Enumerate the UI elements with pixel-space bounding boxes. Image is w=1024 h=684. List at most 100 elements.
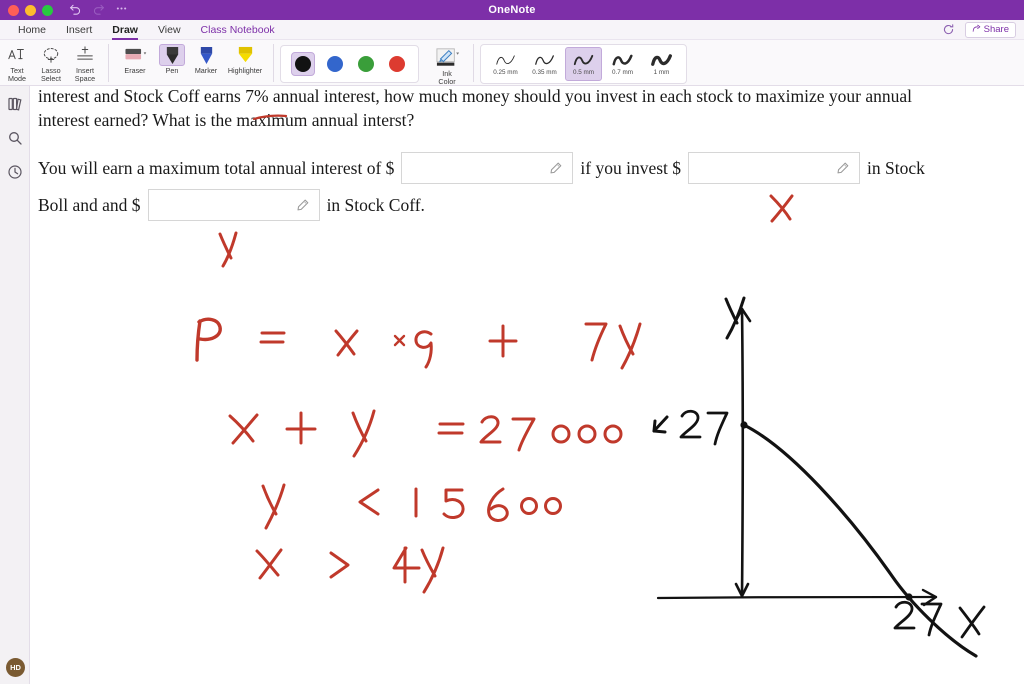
search-icon[interactable]: [7, 130, 23, 146]
pen-thickness-group: 0.25 mm 0.35 mm 0.5 mm 0.7 mm 1 mm: [480, 44, 687, 84]
fill-row-1-prefix: You will earn a maximum total annual int…: [38, 157, 395, 178]
handdrawn-graph: [656, 307, 978, 658]
equation-x1-b: [336, 329, 359, 357]
lasso-select-button[interactable]: Lasso Select: [34, 42, 68, 83]
graph-y-label-a: [724, 297, 739, 325]
ribbon-group-tools: Text Mode Lasso Select Insert Space: [0, 42, 102, 86]
marker-button[interactable]: Marker: [189, 42, 223, 75]
pen-button[interactable]: Pen: [155, 42, 189, 75]
notebooks-icon[interactable]: [7, 96, 23, 112]
pen-icon: [159, 44, 185, 66]
highlighter-label: Highlighter: [227, 66, 263, 75]
eq4-y-a: [420, 548, 437, 578]
ribbon-divider-1: [108, 44, 109, 82]
paragraph-line-2: interest earned? What is the maximum ann…: [38, 110, 415, 130]
equation-y-a: [618, 324, 635, 356]
avatar[interactable]: HD: [6, 658, 25, 677]
thickness-025-label: 0.25 mm: [493, 68, 518, 76]
eq2-digit-0-a: [551, 424, 571, 444]
equation-seven: [584, 322, 608, 362]
marker-icon: [198, 44, 215, 66]
sync-icon[interactable]: [942, 23, 955, 36]
graph-x-intercept-dot: [905, 593, 913, 601]
eq2-x-b: [231, 413, 259, 445]
graph-y-label-b: [725, 296, 746, 340]
pencil-icon: [836, 161, 850, 175]
graph-x-label-b: [960, 605, 986, 639]
thickness-025[interactable]: 0.25 mm: [487, 47, 524, 81]
pencil-icon: [549, 161, 563, 175]
clock-icon[interactable]: [7, 164, 23, 180]
eq2-plus: [285, 411, 317, 445]
ink-color-label-bottom: Color: [438, 77, 456, 87]
text-mode-button[interactable]: Text Mode: [0, 42, 34, 83]
tab-insert[interactable]: Insert: [56, 22, 102, 38]
insert-space-button[interactable]: Insert Space: [68, 42, 102, 83]
fill-row-1-middle: if you invest $: [580, 157, 682, 178]
tab-draw[interactable]: Draw: [102, 22, 148, 40]
equation-x1-a: [334, 329, 356, 356]
graph-x-intercept-27-two: [893, 600, 916, 630]
ribbon-divider-3: [473, 44, 474, 82]
lasso-select-icon: [41, 44, 61, 66]
handwritten-x-stroke-1: [769, 194, 792, 221]
tab-home[interactable]: Home: [8, 22, 56, 38]
lasso-select-label-bottom: Select: [41, 74, 61, 84]
fill-row-1-suffix: in Stock: [867, 157, 925, 178]
thickness-05[interactable]: 0.5 mm: [565, 47, 602, 81]
eq2-digit-2: [479, 415, 502, 444]
paragraph-line-1: interest and Stock Coff earns 7% annual …: [38, 86, 912, 106]
ribbon-group-pens: Eraser Pen Marker Highlighter: [115, 42, 267, 86]
handwritten-x-stroke-2: [770, 194, 794, 223]
ink-color-icon: [434, 47, 460, 69]
eraser-label: Eraser: [124, 66, 146, 75]
graph-x-intercept-27-seven: [920, 602, 943, 637]
pen-label: Pen: [165, 66, 179, 75]
color-swatch-green[interactable]: [355, 53, 377, 75]
thickness-07[interactable]: 0.7 mm: [604, 47, 641, 81]
equation-P-stem: [195, 319, 202, 362]
graph-x-label-a: [958, 606, 981, 636]
equation-plus: [488, 324, 518, 358]
ink-color-button[interactable]: Ink Color: [427, 45, 467, 86]
answer-input-invest-stock-coff[interactable]: [147, 189, 320, 221]
graph-y-intercept-dot: [740, 421, 748, 429]
eq2-digit-0-c: [603, 424, 623, 444]
answer-input-invest-stock-boll[interactable]: [688, 152, 861, 184]
tab-class-notebook[interactable]: Class Notebook: [191, 22, 285, 38]
share-icon: [972, 24, 981, 36]
color-swatch-red[interactable]: [386, 53, 408, 75]
tab-view[interactable]: View: [148, 22, 191, 38]
share-label: Share: [983, 24, 1009, 35]
equation-P-bowl: [197, 317, 222, 342]
thickness-035[interactable]: 0.35 mm: [526, 47, 563, 81]
eq2-y-a: [351, 411, 368, 443]
eraser-button[interactable]: Eraser: [115, 42, 155, 75]
eq3-digit-5: [442, 488, 465, 519]
eq3-less-than: [358, 488, 380, 516]
eq3-digit-0-a: [520, 497, 538, 515]
highlighter-button[interactable]: Highlighter: [223, 42, 267, 75]
eq3-digit-0-b: [544, 497, 562, 515]
color-swatch-blue[interactable]: [324, 53, 346, 75]
window-title: OneNote: [488, 4, 536, 16]
eq4-x-b: [258, 548, 283, 580]
note-canvas[interactable]: interest and Stock Coff earns 7% annual …: [30, 86, 1024, 684]
titlebar: OneNote: [0, 0, 1024, 20]
answer-input-total-interest[interactable]: [401, 152, 574, 184]
fill-in-row-2: Boll and and $ in Stock Coff.: [38, 189, 425, 221]
share-button[interactable]: Share: [964, 21, 1016, 38]
black-arrow-pointer: [652, 415, 669, 434]
eq3-digit-6: [487, 487, 509, 522]
graph-y-intercept-27-seven: [706, 411, 729, 446]
fill-row-2-suffix: in Stock Coff.: [326, 194, 425, 215]
color-swatch-black[interactable]: [291, 52, 315, 76]
eq3-y-a: [261, 484, 278, 516]
text-mode-icon: [7, 44, 27, 66]
thickness-1[interactable]: 1 mm: [643, 47, 680, 81]
eq4-greater-than: [329, 551, 350, 579]
graph-y-intercept-27-two: [679, 409, 702, 439]
graph-y-bottom-arrowhead: [734, 582, 750, 598]
left-sidebar: HD: [0, 86, 30, 684]
graph-y-axis: [740, 307, 745, 598]
